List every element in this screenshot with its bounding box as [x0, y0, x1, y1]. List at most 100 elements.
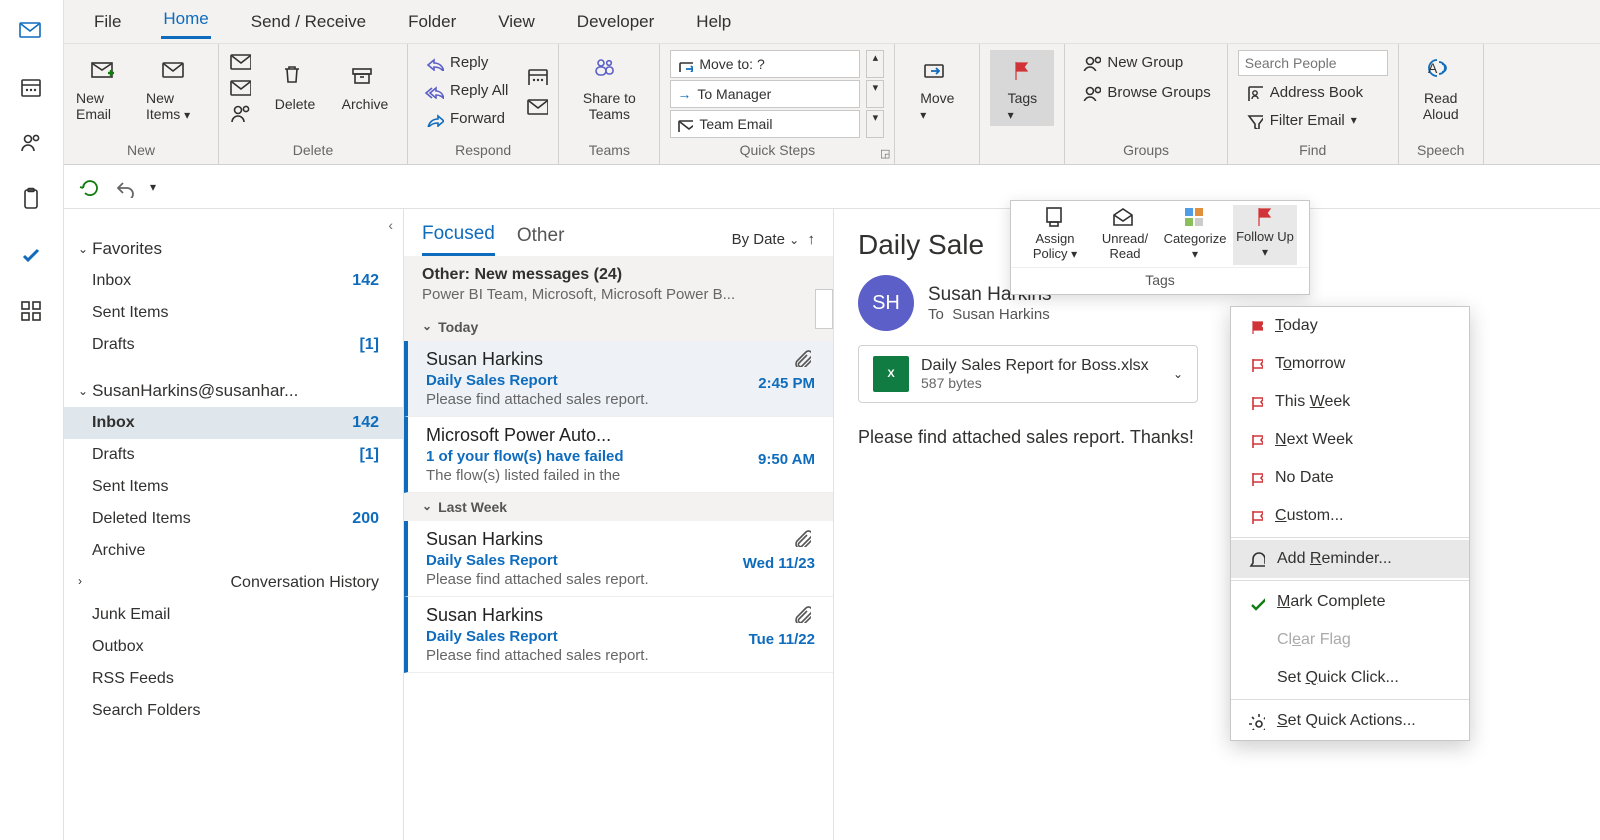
archive-button[interactable]: Archive [333, 56, 397, 116]
tab-home[interactable]: Home [161, 5, 210, 39]
browse-groups-button[interactable]: Browse Groups [1075, 80, 1216, 104]
scrollbar[interactable] [815, 289, 833, 329]
read-aloud-button[interactable]: Read Aloud [1409, 50, 1473, 126]
tab-sendreceive[interactable]: Send / Receive [249, 8, 368, 36]
delete-button[interactable]: Delete [263, 56, 327, 116]
followup-custom[interactable]: Custom... [1231, 497, 1469, 535]
group-today[interactable]: ⌄Today [404, 313, 833, 341]
message-list: Focused Other By Date ⌄ ↑ Other: New mes… [404, 209, 834, 840]
follow-up-button[interactable]: Follow Up ▾ [1233, 205, 1297, 265]
attachment[interactable]: X Daily Sales Report for Boss.xlsx 587 b… [858, 345, 1198, 403]
tab-folder[interactable]: Folder [406, 8, 458, 36]
share-teams-button[interactable]: Share to Teams [569, 50, 649, 126]
more-respond-icon[interactable] [526, 95, 548, 115]
quickstep-down[interactable]: ▾ [866, 80, 884, 108]
tags-panel: Assign Policy ▾ Unread/ Read Categorize▾… [1010, 200, 1310, 295]
quickstep-tomanager[interactable]: →To Manager [670, 80, 860, 108]
mail-icon[interactable] [18, 18, 46, 46]
followup-add-reminder[interactable]: Add Reminder... [1231, 540, 1469, 578]
meeting-icon[interactable] [526, 65, 548, 85]
move-button[interactable]: Move▾ [905, 50, 969, 126]
folder-search[interactable]: Search Folders [64, 695, 403, 727]
account-header[interactable]: ⌄SusanHarkins@susanhar... [64, 375, 403, 407]
fav-inbox[interactable]: Inbox142 [64, 265, 403, 297]
collapse-folders-icon[interactable]: ‹ [64, 217, 403, 233]
unread-read-button[interactable]: Unread/ Read [1093, 205, 1157, 265]
message-item[interactable]: Susan Harkins Daily Sales Report Tue 11/… [404, 597, 833, 673]
quicksteps-launcher-icon[interactable]: ◲ [880, 147, 890, 160]
folder-inbox[interactable]: Inbox142 [64, 407, 403, 439]
tab-help[interactable]: Help [694, 8, 733, 36]
categorize-button[interactable]: Categorize▾ [1163, 205, 1227, 265]
new-email-label: New Email [76, 90, 136, 122]
attachment-name: Daily Sales Report for Boss.xlsx [921, 357, 1161, 375]
followup-tomorrow[interactable]: Tomorrow [1231, 345, 1469, 383]
quick-access-toolbar: ▾ [64, 165, 1600, 209]
followup-thisweek[interactable]: This Week [1231, 383, 1469, 421]
folder-outbox[interactable]: Outbox [64, 631, 403, 663]
folder-junk[interactable]: Junk Email [64, 599, 403, 631]
new-items-button[interactable]: New Items ▾ [144, 50, 208, 126]
people-icon[interactable] [18, 130, 46, 158]
filter-email-button[interactable]: Filter Email ▾ [1238, 108, 1388, 132]
other-banner[interactable]: Other: New messages (24) Power BI Team, … [404, 256, 833, 313]
new-group-button[interactable]: New Group [1075, 50, 1216, 74]
forward-button[interactable]: Forward [418, 106, 514, 130]
paperclip-icon [793, 349, 811, 367]
sort-by-date[interactable]: By Date ⌄ ↑ [732, 231, 815, 248]
reply-button[interactable]: Reply [418, 50, 514, 74]
address-book-button[interactable]: Address Book [1238, 80, 1388, 104]
tab-developer[interactable]: Developer [575, 8, 657, 36]
replyall-button[interactable]: Reply All [418, 78, 514, 102]
cleanup-icon[interactable] [229, 76, 251, 96]
quickstep-teamemail[interactable]: Team Email [670, 110, 860, 138]
followup-mark-complete[interactable]: Mark Complete [1231, 583, 1469, 621]
qat-customize-icon[interactable]: ▾ [150, 180, 156, 194]
folder-drafts[interactable]: Drafts[1] [64, 439, 403, 471]
clipboard-icon[interactable] [18, 186, 46, 214]
attachment-size: 587 bytes [921, 375, 1161, 391]
message-to: Susan Harkins [952, 306, 1050, 323]
folder-sent[interactable]: Sent Items [64, 471, 403, 503]
paperclip-icon [793, 605, 811, 623]
todo-icon[interactable] [18, 242, 46, 270]
new-email-button[interactable]: New Email [74, 50, 138, 126]
refresh-icon[interactable] [78, 176, 100, 198]
ignore-icon[interactable] [229, 50, 251, 70]
folder-archive[interactable]: Archive [64, 535, 403, 567]
tab-view[interactable]: View [496, 8, 537, 36]
fav-drafts[interactable]: Drafts[1] [64, 329, 403, 361]
quickstep-more[interactable]: ▾ [866, 110, 884, 138]
ribbon: New Email New Items ▾ New Delete Archive… [64, 44, 1600, 165]
apps-icon[interactable] [18, 298, 46, 326]
folder-rss[interactable]: RSS Feeds [64, 663, 403, 695]
message-item[interactable]: Microsoft Power Auto... 1 of your flow(s… [404, 417, 833, 493]
calendar-icon[interactable] [18, 74, 46, 102]
junk-icon[interactable] [229, 102, 251, 122]
followup-nextweek[interactable]: Next Week [1231, 421, 1469, 459]
tab-file[interactable]: File [92, 8, 123, 36]
quickstep-moveto[interactable]: Move to: ? [670, 50, 860, 78]
group-lastweek[interactable]: ⌄Last Week [404, 493, 833, 521]
tab-other[interactable]: Other [517, 225, 565, 255]
followup-today[interactable]: Today [1231, 307, 1469, 345]
folder-conversation-history[interactable]: ›Conversation History [64, 567, 403, 599]
followup-set-quick-click[interactable]: Set Quick Click... [1231, 659, 1469, 697]
group-new-label: New [74, 138, 208, 164]
fav-sent[interactable]: Sent Items [64, 297, 403, 329]
message-item[interactable]: Susan Harkins Daily Sales Report Wed 11/… [404, 521, 833, 597]
quickstep-up[interactable]: ▴ [866, 50, 884, 78]
attachment-chevron-icon[interactable]: ⌄ [1173, 367, 1183, 381]
folder-deleted[interactable]: Deleted Items200 [64, 503, 403, 535]
favorites-header[interactable]: ⌄Favorites [64, 233, 403, 265]
tags-button[interactable]: Tags▾ [990, 50, 1054, 126]
menubar: File Home Send / Receive Folder View Dev… [64, 0, 1600, 44]
reading-pane: Daily Sale SH Susan Harkins To Susan Har… [834, 209, 1600, 840]
assign-policy-button[interactable]: Assign Policy ▾ [1023, 205, 1087, 265]
followup-nodate[interactable]: No Date [1231, 459, 1469, 497]
followup-set-quick-actions[interactable]: Set Quick Actions... [1231, 702, 1469, 740]
search-people-input[interactable] [1238, 50, 1388, 76]
tab-focused[interactable]: Focused [422, 223, 495, 256]
message-item[interactable]: Susan Harkins Daily Sales Report 2:45 PM… [404, 341, 833, 417]
undo-icon[interactable] [114, 176, 136, 198]
